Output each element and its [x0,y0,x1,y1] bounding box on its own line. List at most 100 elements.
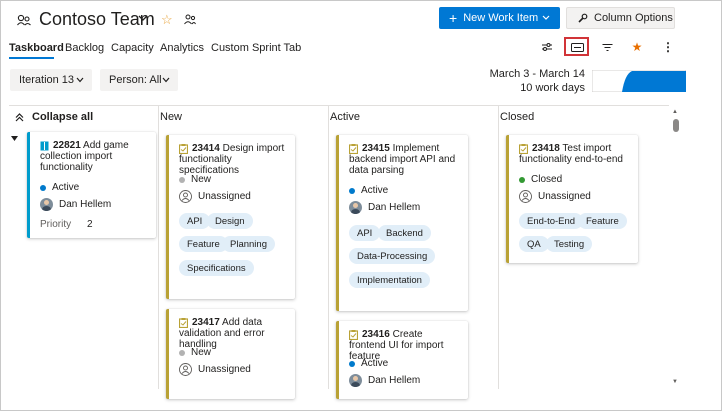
task-card[interactable]: 23416 Create frontend UI for import feat… [336,321,468,399]
favorite-star-icon[interactable]: ☆ [161,12,173,28]
person-value: Person: All [109,74,162,86]
card-title: 23414 Design import functionality specif… [179,143,289,176]
tag[interactable]: Planning [222,236,275,252]
card-assignee[interactable]: Unassigned [179,363,251,376]
card-state: Active [40,182,79,193]
active-tab-indicator [9,57,54,59]
card-state: New [179,174,211,185]
chevron-down-icon [542,15,550,20]
tag[interactable]: Backend [378,225,431,241]
sprint-info: March 3 - March 14 10 work days [471,67,585,95]
team-icon [17,14,31,26]
sprint-dates: March 3 - March 14 [489,68,585,80]
card-title: 23415 Implement backend import API and d… [349,143,462,176]
chevron-down-icon [162,77,170,83]
card-state-label: Closed [531,174,563,185]
state-new-dot-icon [179,349,185,356]
app-frame: Contoso Team ☆ + New Work Item Column Op… [0,0,722,411]
task-card[interactable]: 23414 Design import functionality specif… [166,135,295,299]
avatar [349,374,362,387]
tag[interactable]: Design [207,213,253,229]
card-state-label: Active [52,182,80,193]
tag[interactable]: Implementation [349,272,430,288]
settings-sliders-icon[interactable] [537,39,557,55]
card-assignee[interactable]: Dan Hellem [40,198,111,211]
card-state: Active [349,185,388,196]
filter-icon[interactable] [597,39,617,55]
more-actions-icon[interactable]: ⋮ [658,39,678,55]
column-header-active: Active [330,111,360,123]
state-active-dot-icon [40,184,46,191]
collapse-all-button[interactable]: Collapse all [15,111,93,123]
board-divider [9,105,669,106]
tag[interactable]: QA [519,236,549,252]
column-header-closed: Closed [500,111,535,123]
card-title: 23418 Test import functionality end-to-e… [519,143,632,165]
vertical-scrollbar[interactable] [672,105,680,389]
scroll-thumb[interactable] [673,119,679,132]
tab-analytics[interactable]: Analytics [160,42,204,54]
scroll-up-arrow-icon[interactable]: ▲ [672,109,678,115]
card-state-label: New [191,347,212,358]
card-id: 23416 [362,329,390,340]
column-divider [328,105,329,389]
tag[interactable]: Specifications [179,260,254,276]
priority-label: Priority [40,219,72,230]
column-header-new: New [160,111,183,123]
tab-custom-sprint[interactable]: Custom Sprint Tab [211,42,301,54]
collapse-up-icon [15,112,24,121]
task-card[interactable]: 23415 Implement backend import API and d… [336,135,468,311]
highlight-box [564,37,589,56]
card-assignee-name: Unassigned [198,191,251,202]
column-options-button[interactable]: Column Options [566,7,675,29]
favorite-filled-star-icon[interactable]: ★ [627,39,647,55]
tag[interactable]: Feature [578,213,627,229]
card-state: Active [349,358,388,369]
card-assignee[interactable]: Unassigned [179,190,251,203]
card-id: 23415 [362,143,390,154]
tag[interactable]: Feature [179,236,228,252]
column-divider [498,105,499,389]
sprint-burndown-chart[interactable] [592,70,686,92]
card-state-label: New [191,174,212,185]
chevron-down-icon [76,77,84,83]
card-state: New [179,347,211,358]
tab-capacity[interactable]: Capacity [111,42,154,54]
card-assignee-name: Dan Hellem [368,375,421,386]
avatar [40,198,53,211]
collapse-all-label: Collapse all [32,111,94,123]
user-story-card[interactable]: 22821 Add game collection import functio… [27,132,156,238]
new-work-item-label: New Work Item [463,12,539,24]
tag[interactable]: API [179,213,211,229]
unassigned-user-icon [179,190,192,203]
tab-backlog[interactable]: Backlog [65,42,104,54]
state-closed-dot-icon [519,176,525,183]
sprint-work-days: 10 work days [520,82,585,94]
card-title: 22821 Add game collection import functio… [40,140,150,173]
iteration-value: Iteration 13 [19,74,75,86]
task-card[interactable]: 23417 Add data validation and error hand… [166,309,295,399]
scroll-down-arrow-icon[interactable]: ▼ [672,379,678,385]
person-dropdown[interactable]: Person: All [100,69,178,91]
card-id: 23414 [192,143,220,154]
new-work-item-button[interactable]: + New Work Item [439,7,560,29]
tab-taskboard[interactable]: Taskboard [9,42,64,54]
task-card[interactable]: 23418 Test import functionality end-to-e… [506,135,638,263]
row-expand-caret-icon[interactable] [11,135,18,142]
card-assignee[interactable]: Dan Hellem [349,374,420,387]
column-options-label: Column Options [594,12,673,24]
card-assignee-name: Dan Hellem [368,202,421,213]
tag[interactable]: API [349,225,381,241]
chevron-down-icon[interactable] [138,14,148,22]
team-members-icon[interactable] [184,14,196,25]
card-assignee-name: Dan Hellem [59,199,112,210]
card-assignee[interactable]: Dan Hellem [349,201,420,214]
card-title: 23417 Add data validation and error hand… [179,317,289,350]
tag[interactable]: End-to-End [519,213,584,229]
state-new-dot-icon [179,176,185,183]
tag[interactable]: Data-Processing [349,248,436,264]
tag[interactable]: Testing [546,236,593,252]
card-assignee[interactable]: Unassigned [519,190,591,203]
card-id: 23418 [532,143,560,154]
iteration-dropdown[interactable]: Iteration 13 [10,69,92,91]
